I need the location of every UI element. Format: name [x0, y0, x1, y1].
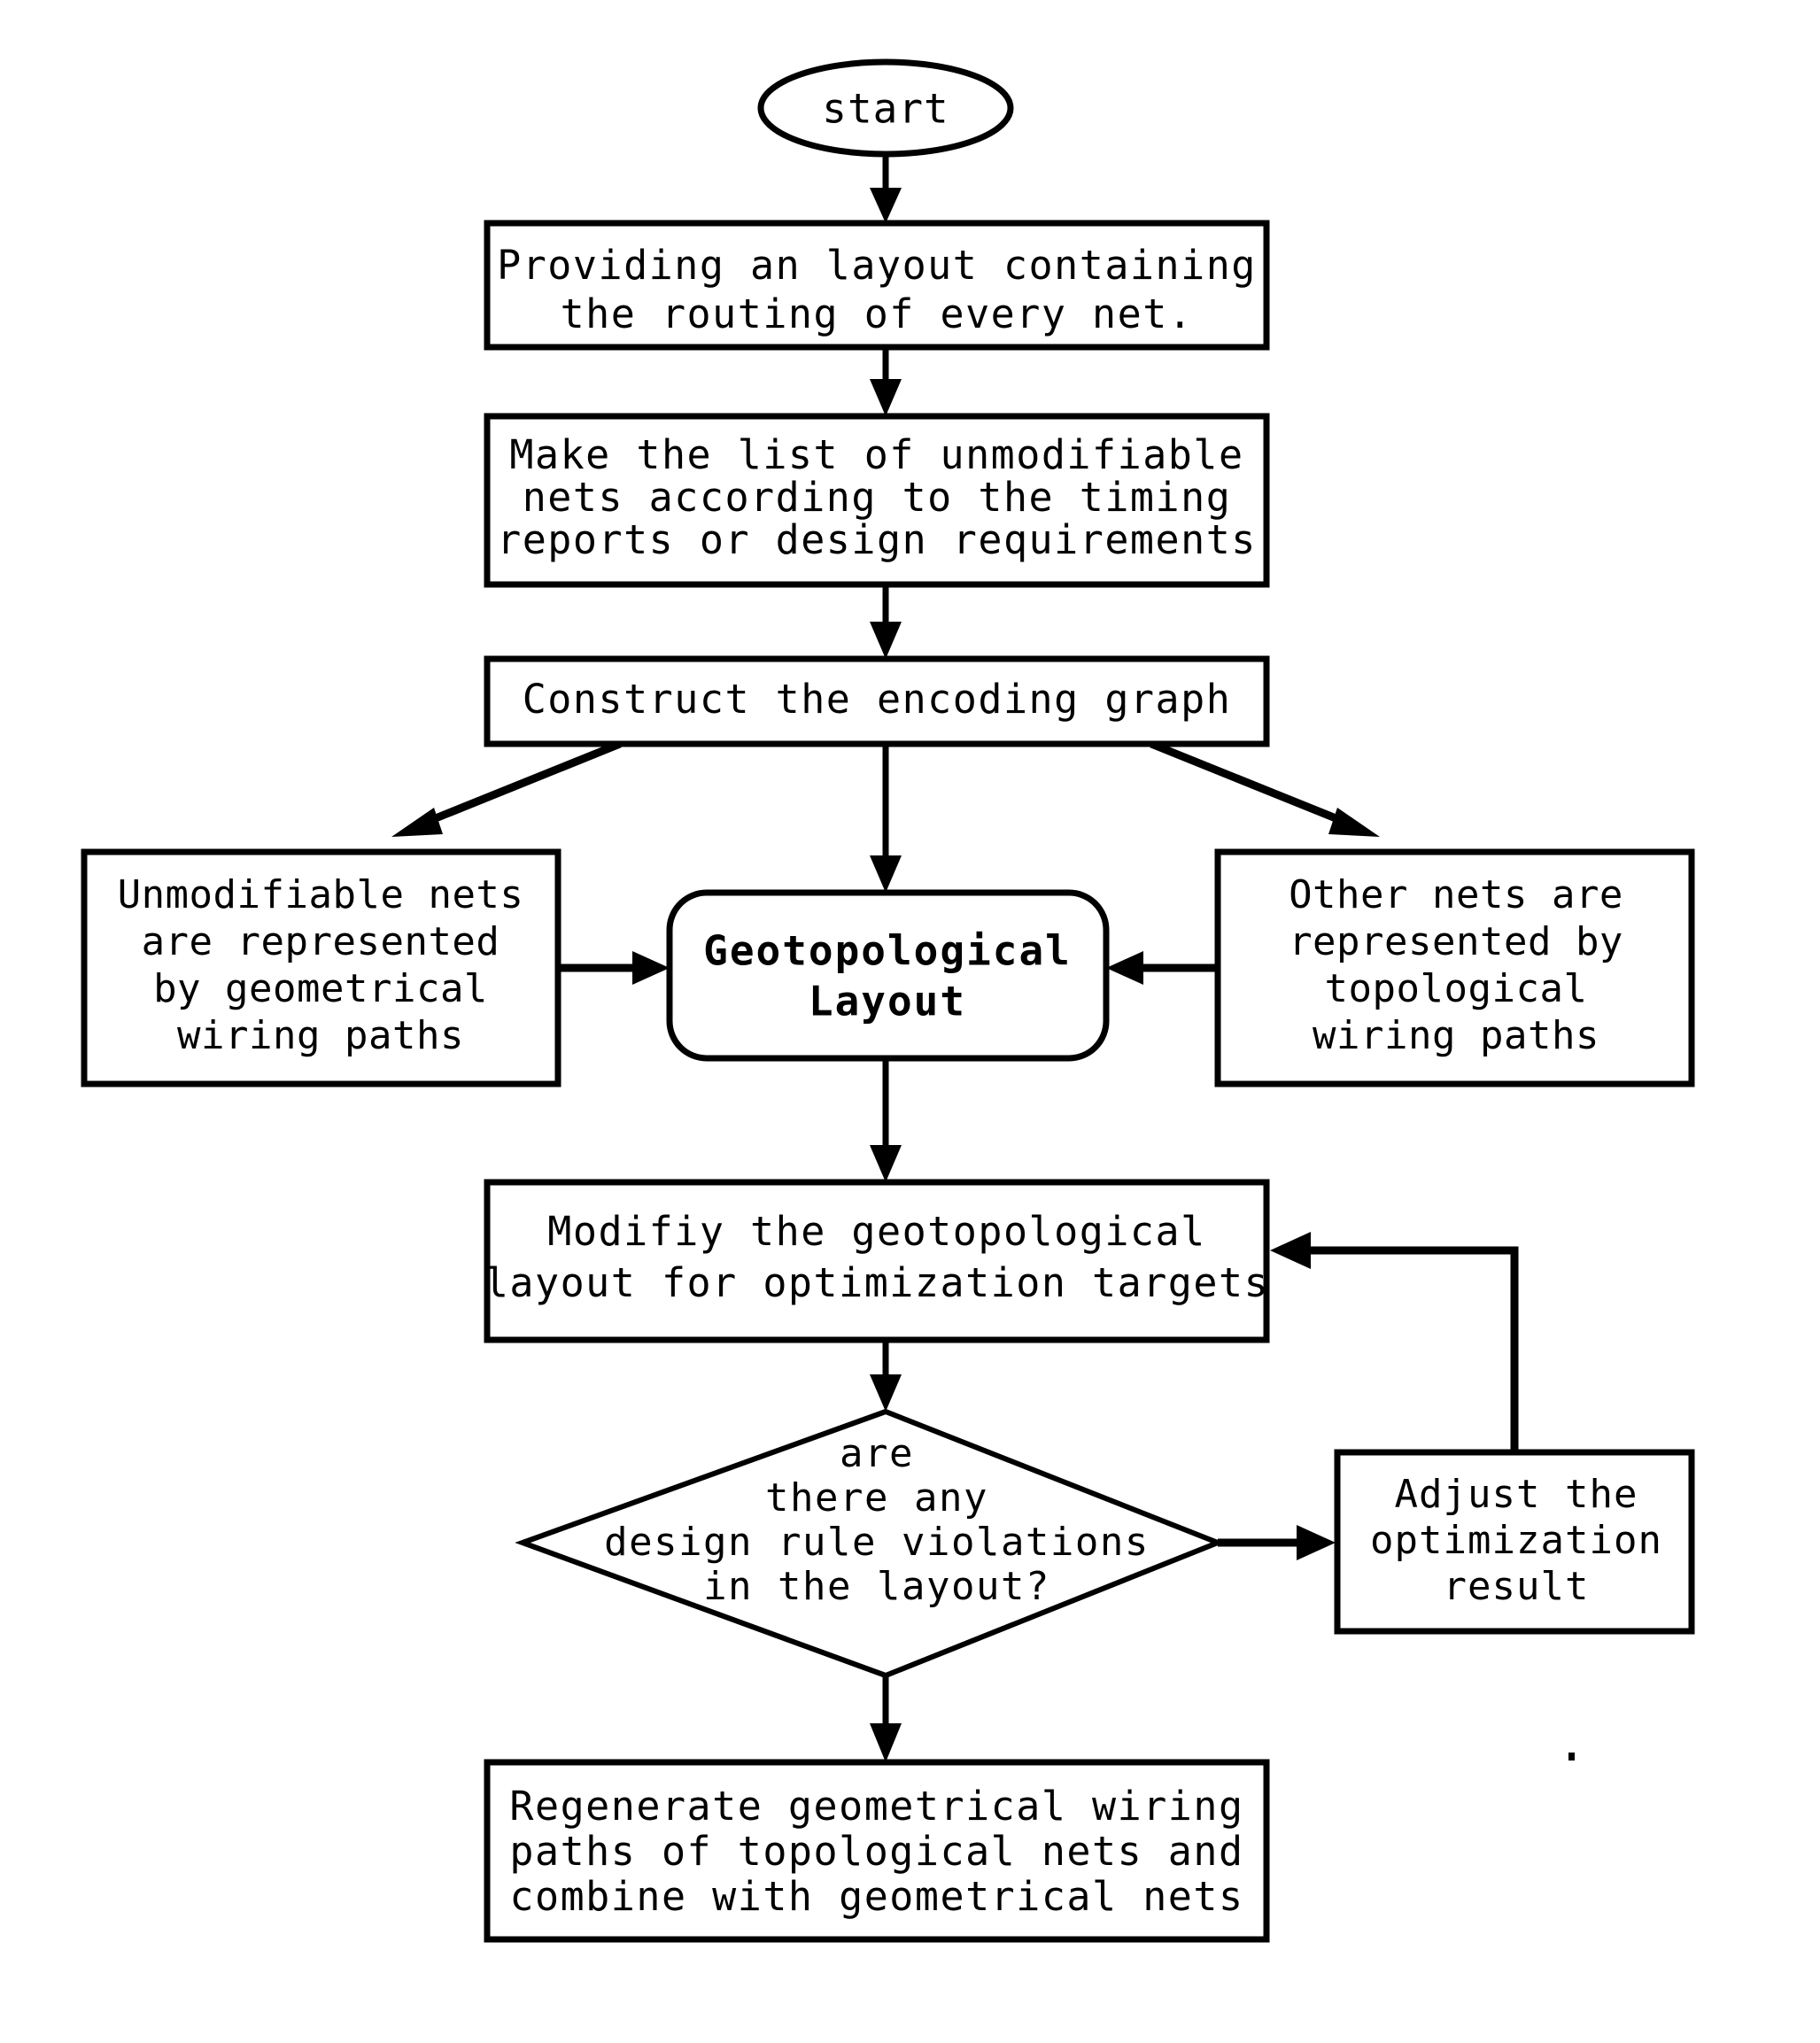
- node-provide-layout[interactable]: Providing an layout containing the routi…: [484, 220, 1270, 351]
- node-make-list[interactable]: Make the list of unmodifiable nets accor…: [484, 413, 1270, 588]
- node-regenerate-paths-line-2: paths of topological nets and: [509, 1828, 1243, 1875]
- node-adjust-result[interactable]: Adjust the optimization result: [1334, 1449, 1695, 1635]
- node-regenerate-paths-line-1: Regenerate geometrical wiring: [509, 1783, 1243, 1830]
- edge-other-to-geotopological: [1106, 951, 1218, 985]
- node-adjust-result-line-2: optimization: [1370, 1518, 1662, 1563]
- edge-decision-to-adjust: [1218, 1525, 1336, 1560]
- node-unmodifiable-nets-line-2: are represented: [142, 919, 500, 964]
- node-provide-layout-line-1: Providing an layout containing: [497, 242, 1257, 289]
- edge-decision-to-regenerate: [870, 1675, 902, 1762]
- node-geotopological-layout-line-1: Geotopological: [703, 927, 1072, 975]
- edge-construct-to-other: [1150, 739, 1380, 837]
- node-make-list-line-2: nets according to the timing: [523, 474, 1232, 521]
- node-other-nets[interactable]: Other nets are represented by topologica…: [1214, 848, 1695, 1087]
- node-adjust-result-line-1: Adjust the: [1395, 1472, 1638, 1517]
- node-construct-graph[interactable]: Construct the encoding graph: [484, 655, 1270, 747]
- node-drv-decision-line-4: in the layout?: [703, 1564, 1050, 1609]
- node-regenerate-paths-line-3: combine with geometrical nets: [509, 1873, 1243, 1920]
- node-drv-decision-line-1: are: [840, 1431, 914, 1476]
- node-geotopological-layout[interactable]: Geotopological Layout: [666, 889, 1110, 1062]
- node-unmodifiable-nets-line-4: wiring paths: [177, 1013, 464, 1058]
- node-drv-decision[interactable]: are there any design rule violations in …: [515, 1408, 1226, 1679]
- edge-make-to-construct: [870, 584, 902, 659]
- edge-modify-to-decision: [870, 1340, 902, 1412]
- node-geotopological-layout-line-2: Layout: [809, 978, 966, 1025]
- node-regenerate-paths[interactable]: Regenerate geometrical wiring paths of t…: [484, 1759, 1270, 1943]
- node-provide-layout-line-2: the routing of every net.: [561, 290, 1194, 337]
- flowchart-svg: start Providing an layout containing the…: [81, 58, 1695, 1943]
- node-other-nets-line-2: represented by: [1289, 919, 1623, 964]
- node-other-nets-line-1: Other nets are: [1289, 872, 1623, 917]
- edge-provide-to-make: [870, 347, 902, 416]
- edge-adjust-to-modify-feedback: [1270, 1232, 1519, 1452]
- node-make-list-line-1: Make the list of unmodifiable: [509, 431, 1243, 478]
- node-drv-decision-line-2: there any: [765, 1475, 988, 1521]
- node-drv-decision-line-3: design rule violations: [604, 1520, 1150, 1565]
- edge-geotopological-to-modify: [870, 1058, 902, 1182]
- node-unmodifiable-nets-line-3: by geometrical: [153, 966, 488, 1011]
- flowchart-canvas: start Providing an layout containing the…: [0, 0, 1820, 2043]
- node-start-label: start: [822, 85, 949, 133]
- edge-construct-to-geotopological: [870, 744, 902, 893]
- node-modify-layout-line-2: layout for optimization targets: [484, 1259, 1269, 1306]
- edge-start-to-provide: [870, 151, 902, 223]
- node-start[interactable]: start: [757, 58, 1014, 158]
- edge-unmodifiable-to-geotopological: [558, 951, 670, 985]
- scan-artifact-dot: [1568, 1753, 1575, 1761]
- node-unmodifiable-nets-line-1: Unmodifiable nets: [118, 872, 524, 917]
- edge-construct-to-unmodifiable: [391, 739, 622, 837]
- node-adjust-result-line-3: result: [1444, 1564, 1590, 1609]
- node-other-nets-line-4: wiring paths: [1313, 1013, 1599, 1058]
- node-other-nets-line-3: topological: [1325, 966, 1588, 1011]
- node-modify-layout-line-1: Modifiy the geotopological: [547, 1208, 1205, 1255]
- node-make-list-line-3: reports or design requirements: [497, 516, 1257, 563]
- node-construct-graph-line-1: Construct the encoding graph: [523, 676, 1232, 723]
- node-modify-layout[interactable]: Modifiy the geotopological layout for op…: [484, 1179, 1270, 1343]
- node-unmodifiable-nets[interactable]: Unmodifiable nets are represented by geo…: [81, 848, 561, 1087]
